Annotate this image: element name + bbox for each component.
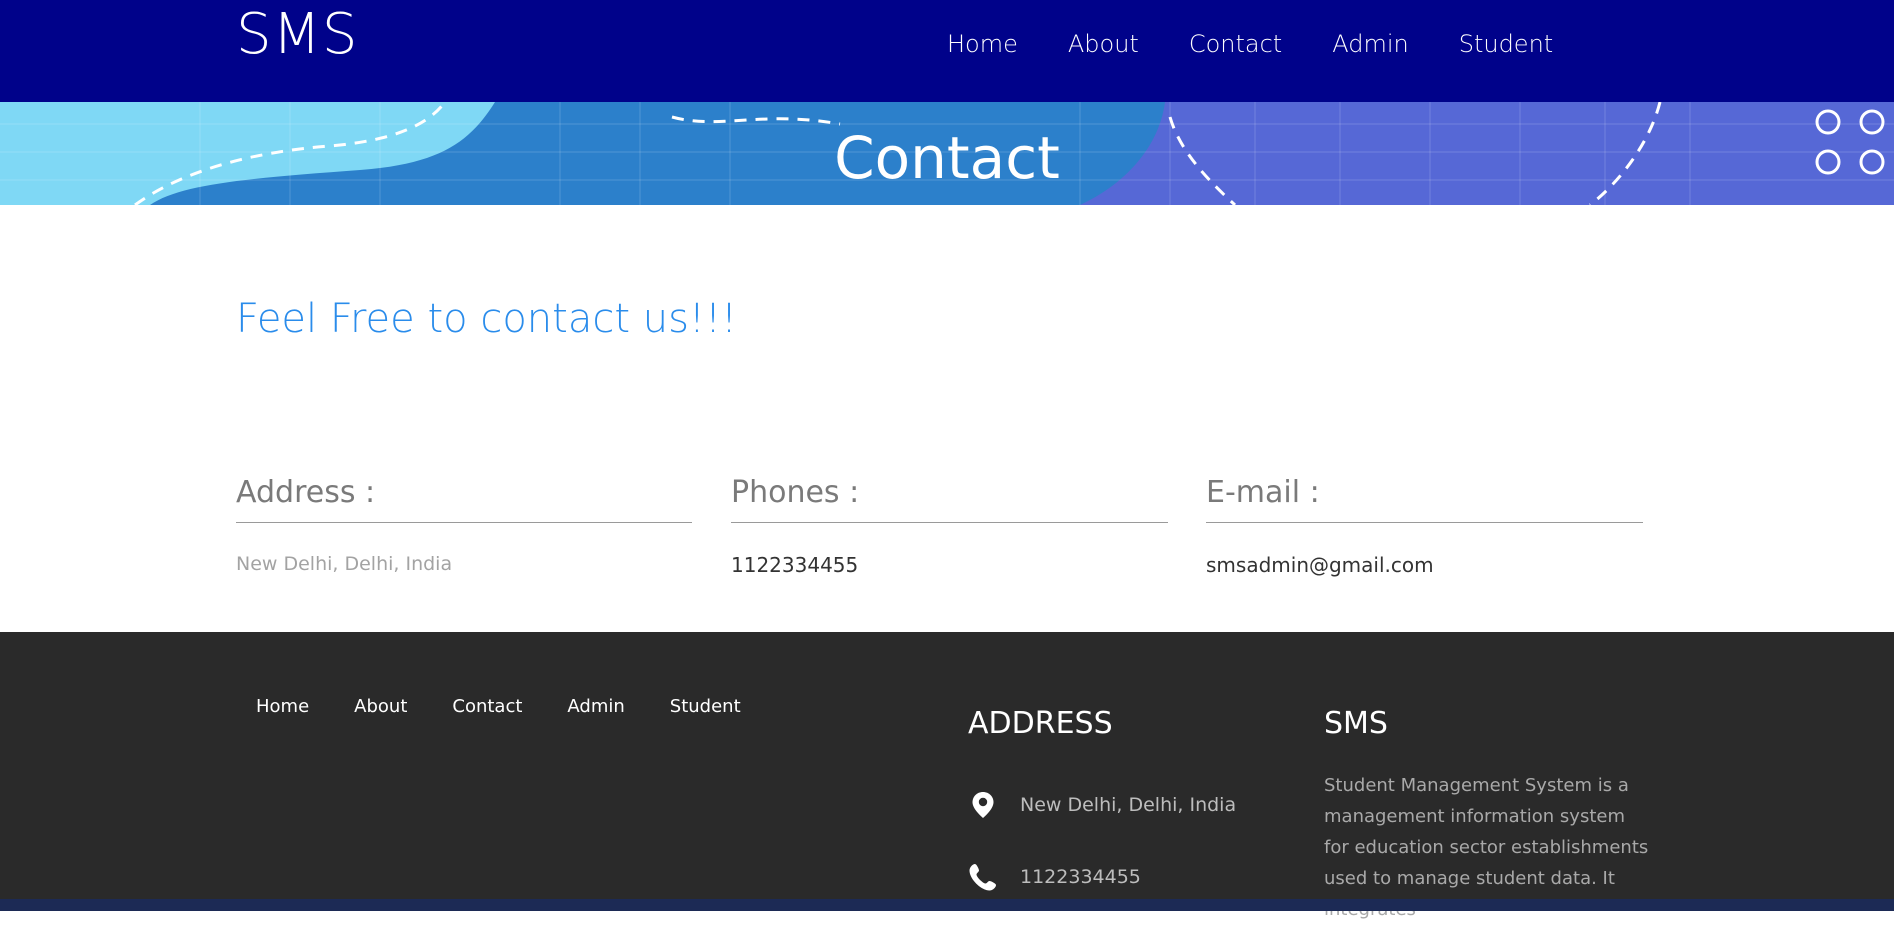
- footer-link-home[interactable]: Home: [256, 696, 309, 717]
- phones-heading: Phones :: [731, 475, 1168, 523]
- footer-link-admin[interactable]: Admin: [567, 696, 624, 717]
- nav-student[interactable]: Student: [1459, 30, 1553, 58]
- footer-phone-row: 1122334455: [968, 862, 1141, 892]
- footer: Home About Contact Admin Student ADDRESS…: [0, 632, 1894, 920]
- email-heading: E-mail :: [1206, 475, 1643, 523]
- map-pin-icon: [968, 790, 998, 820]
- address-heading: Address :: [236, 475, 692, 523]
- nav-home[interactable]: Home: [947, 30, 1018, 58]
- page-banner: Contact: [0, 102, 1894, 205]
- footer-link-student[interactable]: Student: [670, 696, 741, 717]
- brand-logo[interactable]: SMS: [236, 2, 358, 67]
- address-value: New Delhi, Delhi, India: [236, 553, 453, 575]
- footer-address-value: New Delhi, Delhi, India: [1020, 794, 1237, 816]
- phones-section: Phones : 1122334455: [731, 475, 1168, 577]
- nav-about[interactable]: About: [1068, 30, 1139, 58]
- footer-link-about[interactable]: About: [354, 696, 407, 717]
- footer-sms-heading: SMS: [1324, 706, 1388, 741]
- phone-icon: [968, 862, 998, 892]
- footer-address-row: New Delhi, Delhi, India: [968, 790, 1236, 820]
- footer-link-contact[interactable]: Contact: [452, 696, 522, 717]
- address-section: Address : New Delhi, Delhi, India: [236, 475, 692, 575]
- banner-title: Contact: [834, 124, 1060, 192]
- taskbar-strip: [0, 899, 1894, 911]
- navbar: SMS Home About Contact Admin Student: [0, 0, 1894, 102]
- nav-admin[interactable]: Admin: [1332, 30, 1409, 58]
- phone-value: 1122334455: [731, 553, 859, 577]
- email-value: smsadmin@gmail.com: [1206, 553, 1434, 577]
- nav-contact[interactable]: Contact: [1189, 30, 1282, 58]
- email-section: E-mail : smsadmin@gmail.com: [1206, 475, 1643, 577]
- footer-phone-value: 1122334455: [1020, 866, 1141, 888]
- footer-address-heading: ADDRESS: [968, 706, 1113, 741]
- footer-nav: Home About Contact Admin Student: [256, 696, 786, 717]
- contact-tagline: Feel Free to contact us!!!: [236, 296, 738, 342]
- main-nav: Home About Contact Admin Student: [947, 30, 1603, 58]
